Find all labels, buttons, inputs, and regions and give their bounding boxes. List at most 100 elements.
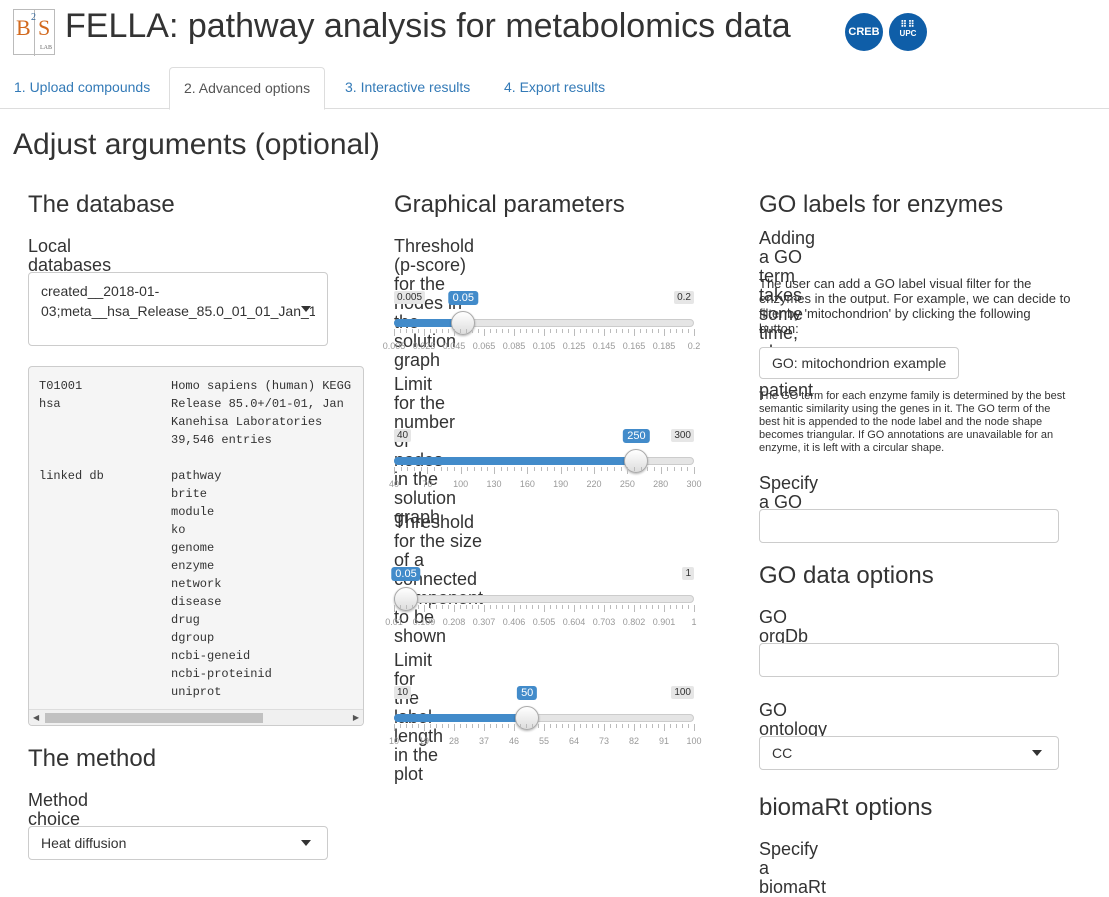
go-mitochondrion-example-button[interactable]: GO: mitochondrion example (759, 347, 960, 379)
slider-track[interactable] (394, 595, 694, 603)
scroll-left-icon[interactable]: ◀ (33, 713, 39, 722)
slider-ticks (394, 467, 695, 475)
db-info-value: genome (171, 541, 215, 555)
horizontal-scrollbar[interactable]: ◀ ▶ (29, 709, 363, 725)
scroll-right-icon[interactable]: ▶ (353, 713, 359, 722)
slider-grid-label: 0.208 (442, 617, 466, 627)
slider-grid-label: 82 (628, 736, 640, 746)
go-term-input[interactable] (759, 509, 1059, 543)
slider-label-length[interactable]: 10 100 50 10 19 28 37 46 55 64 73 82 91 100 (389, 686, 702, 756)
slider-tick (400, 605, 401, 609)
slider-tick (676, 605, 677, 609)
slider-tick (640, 724, 641, 728)
tab-export-results[interactable]: 4. Export results (490, 67, 619, 109)
slider-tick (514, 605, 515, 612)
slider-tick (550, 724, 551, 728)
slider-tick (646, 605, 647, 609)
slider-grid-label: 0.145 (592, 341, 616, 351)
slider-pscore[interactable]: 0.005 0.2 0.05 0.005 0.025 0.045 0.065 0.085 0.1… (383, 291, 700, 361)
go-data-heading: GO data options (759, 562, 934, 589)
tab-bar: 1. Upload compounds 2. Advanced options … (0, 67, 1109, 110)
db-info-value: drug (171, 613, 200, 627)
slider-tick (594, 467, 595, 474)
slider-tick (628, 724, 629, 728)
slider-grid-label: 0.505 (532, 617, 556, 627)
slider-tick (634, 329, 635, 336)
slider-tick (478, 605, 479, 609)
slider-grid-label: 0.307 (472, 617, 496, 627)
slider-tick (442, 329, 443, 333)
slider-tick (490, 605, 491, 609)
db-info-key: hsa (39, 397, 61, 411)
slider-tick (560, 467, 562, 474)
go-ontology-label: GO ontology (759, 700, 828, 739)
database-select[interactable]: created__2018-01- 03;meta__hsa_Release_8… (28, 272, 328, 346)
creb-logo: CREB (845, 13, 883, 51)
slider-tick (460, 724, 461, 728)
slider-tick (540, 467, 542, 471)
slider-tick (592, 724, 593, 728)
slider-nodes[interactable]: 40 300 250 40 70 100 130 160 190 220 250 280 300 (389, 429, 702, 499)
slider-tick (496, 724, 497, 728)
slider-grid-label: 40 (388, 479, 400, 489)
tab-upload-compounds[interactable]: 1. Upload compounds (0, 67, 164, 109)
slider-tick (598, 605, 599, 609)
slider-tick (478, 724, 479, 728)
tab-interactive-results[interactable]: 3. Interactive results (331, 67, 484, 109)
db-info-value: network (171, 577, 222, 591)
slider-tick (647, 467, 649, 471)
slider-tick (460, 467, 462, 474)
slider-grid-label: 0.045 (442, 341, 466, 351)
slider-grid-label: 0.125 (562, 341, 586, 351)
slider-tick (526, 329, 527, 333)
slider-component[interactable]: 1 0.05 0.01 0.109 0.208 0.307 0.406 0.505 0.604 0… (385, 567, 697, 637)
slider-tick (412, 329, 413, 333)
slider-tick (436, 329, 437, 333)
go-description: The user can add a GO label visual filte… (759, 276, 1071, 336)
scrollbar-thumb[interactable] (45, 713, 263, 723)
slider-bar (394, 457, 637, 465)
slider-tick (676, 724, 677, 728)
slider-grid-label: 0.165 (622, 341, 646, 351)
slider-tick (670, 605, 671, 609)
slider-tick (538, 605, 539, 609)
slider-tick (532, 605, 533, 609)
slider-tick (640, 329, 641, 333)
slider-tick (670, 329, 671, 333)
slider-grid-label: 300 (686, 479, 702, 489)
db-info-value: Release 85.0+/01-01, Jan (171, 397, 344, 411)
slider-tick (514, 329, 515, 336)
slider-tick (562, 605, 563, 609)
slider-tick (400, 467, 402, 471)
method-select[interactable]: Heat diffusion (28, 826, 328, 860)
db-info-value: pathway (171, 469, 222, 483)
slider-tick (448, 724, 449, 728)
slider-grid-label: 0.901 (652, 617, 676, 627)
slider-tick (526, 724, 527, 728)
slider-tick (406, 724, 407, 728)
slider-tick (500, 467, 502, 471)
slider-grid-label: 0.2 (687, 341, 701, 351)
slider-tick (616, 329, 617, 333)
slider-tick (562, 724, 563, 728)
slider-grid-label: 19 (418, 736, 430, 746)
slider-tick (604, 329, 605, 336)
slider-tick (460, 329, 461, 333)
db-info-value: dgroup (171, 631, 215, 645)
tab-advanced-options[interactable]: 2. Advanced options (169, 67, 326, 110)
slider-tick (448, 605, 449, 609)
slider-tick (544, 724, 545, 731)
go-ontology-select[interactable]: CC (759, 736, 1059, 770)
slider-tick (664, 329, 665, 336)
go-orgdb-input[interactable] (759, 643, 1059, 677)
slider-tick (550, 329, 551, 333)
slider-tick (460, 605, 461, 609)
method-choice-label: Method choice (28, 790, 89, 829)
slider-tick (400, 329, 401, 333)
slider-tick (412, 724, 413, 728)
slider-tick (580, 724, 581, 728)
slider-grid-label: 0.01 (385, 617, 403, 627)
slider-tick (440, 467, 442, 471)
slider-tick (507, 467, 509, 471)
slider-tick (442, 605, 443, 609)
